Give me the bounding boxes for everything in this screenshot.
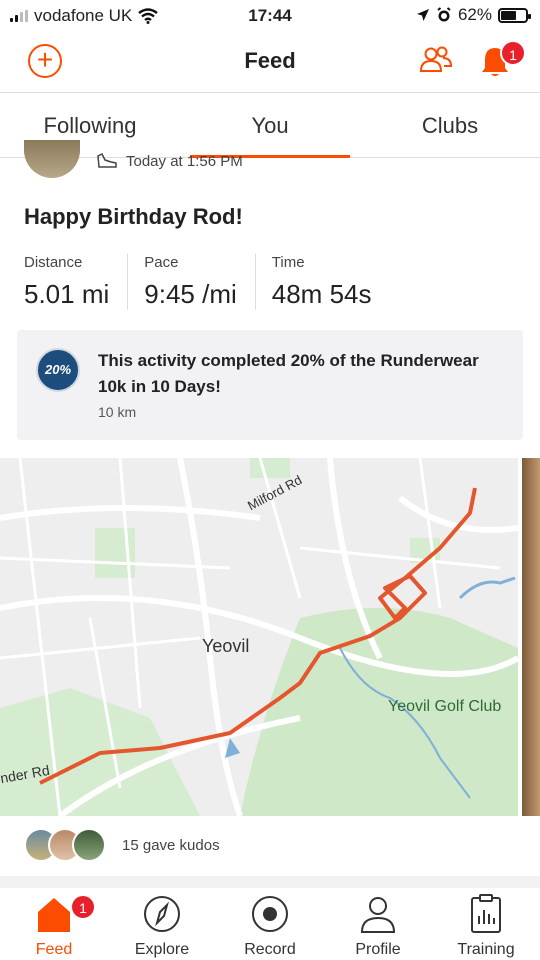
status-bar: vodafone UK 17:44 62%: [0, 0, 540, 34]
nav-label: Record: [244, 941, 296, 958]
kudos-row[interactable]: 15 gave kudos: [24, 828, 220, 862]
nav-bar: + Feed: [0, 34, 540, 92]
stat-pace: Pace 9:45 /mi: [144, 254, 256, 310]
map-label-town: Yeovil: [202, 636, 250, 656]
status-right: 62%: [416, 5, 531, 25]
nav-training[interactable]: Training: [432, 888, 540, 960]
map-label-golf: Yeovil Golf Club: [388, 698, 502, 715]
nav-feed[interactable]: Feed 1: [0, 888, 108, 960]
nav-label: Training: [457, 941, 515, 958]
map-graphic: [0, 458, 518, 816]
nav-explore[interactable]: Explore: [108, 888, 216, 960]
battery-percent: 62%: [457, 5, 492, 24]
stat-time: Time 48m 54s: [272, 254, 390, 310]
page-title: Feed: [244, 48, 296, 73]
stat-label: Pace: [144, 254, 179, 271]
stat-value: 9:45 /mi: [144, 279, 237, 309]
activity-title[interactable]: Happy Birthday Rod!: [24, 204, 243, 230]
tab-clubs[interactable]: Clubs: [360, 93, 540, 157]
running-shoe-icon: [97, 152, 117, 168]
battery-icon: [498, 7, 531, 23]
nav-record[interactable]: Record: [216, 888, 324, 960]
stat-value: 48m 54s: [271, 279, 372, 309]
activity-stats: Distance 5.01 mi Pace 9:45 /mi Time 48m …: [24, 254, 406, 310]
home-icon: [38, 898, 70, 932]
challenge-text: This activity completed 20% of the Runde…: [98, 351, 479, 396]
nav-profile[interactable]: Profile: [324, 888, 432, 960]
challenge-subtext: 10 km: [98, 404, 137, 420]
feed-separator: [0, 876, 540, 888]
stat-label: Distance: [24, 254, 83, 271]
feed-tabs: Following You Clubs: [0, 92, 540, 158]
activity-meta: Today at 1:56 PM: [96, 152, 243, 170]
nav-label: Explore: [134, 941, 190, 958]
compass-icon: [144, 896, 180, 932]
record-icon: [252, 896, 288, 932]
kudos-avatar: [72, 828, 106, 862]
nav-label: Profile: [355, 941, 401, 958]
stat-value: 5.01 mi: [24, 279, 110, 309]
activity-timestamp: Today at 1:56 PM: [126, 152, 243, 170]
route-map[interactable]: Yeovil Yeovil Golf Club Milford Rd nder …: [0, 458, 518, 816]
alarm-icon: [437, 7, 451, 22]
notification-badge: 1: [500, 40, 526, 66]
training-clipboard-icon: [471, 894, 501, 933]
kudos-count: 15 gave kudos: [122, 836, 220, 854]
athlete-avatar[interactable]: [24, 140, 80, 178]
location-arrow-icon: [416, 9, 429, 21]
find-friends-icon[interactable]: [418, 44, 454, 74]
challenge-badge-icon: 20%: [36, 348, 80, 392]
challenge-card[interactable]: 20% This activity completed 20% of the R…: [17, 330, 523, 440]
activity-photo-thumbnail[interactable]: [522, 458, 540, 816]
feed-badge: 1: [70, 894, 96, 920]
bottom-nav: Feed 1 Explore Record Profile Training: [0, 888, 540, 960]
nav-label: Feed: [35, 941, 73, 958]
stat-distance: Distance 5.01 mi: [24, 254, 129, 310]
stat-label: Time: [271, 254, 305, 271]
profile-icon: [360, 897, 396, 933]
tab-you[interactable]: You: [180, 93, 360, 158]
